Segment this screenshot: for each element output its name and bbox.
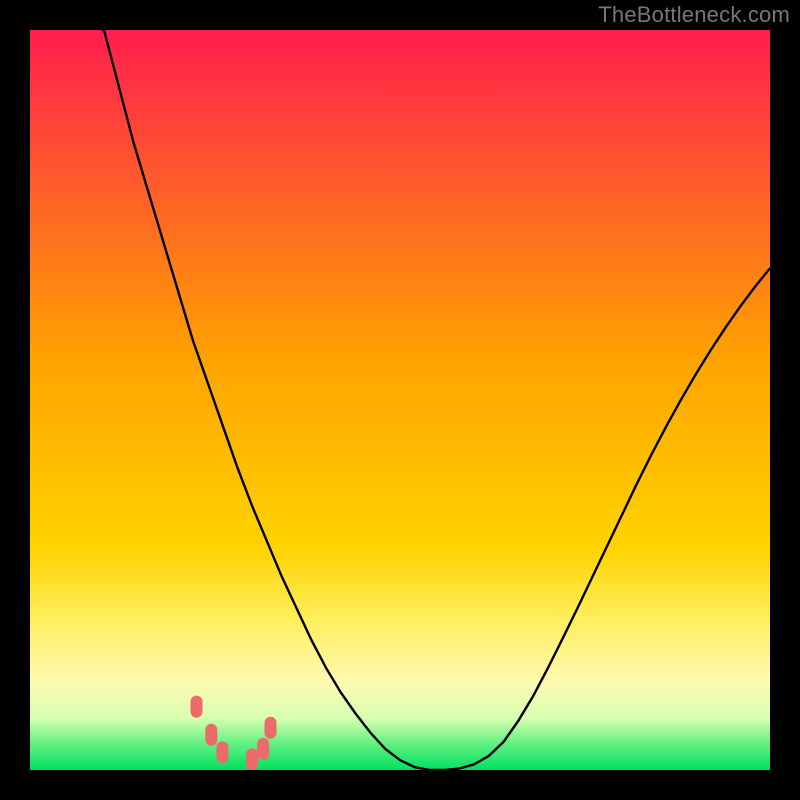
marker-point bbox=[205, 724, 217, 746]
marker-point bbox=[216, 741, 228, 763]
marker-point bbox=[191, 696, 203, 718]
chart-container: { "watermark": "TheBottleneck.com", "col… bbox=[0, 0, 800, 800]
marker-point bbox=[265, 717, 277, 739]
watermark-text: TheBottleneck.com bbox=[598, 2, 790, 28]
gradient-background bbox=[30, 30, 770, 770]
marker-point bbox=[257, 738, 269, 760]
bottleneck-plot bbox=[30, 30, 770, 770]
marker-point bbox=[246, 748, 258, 770]
